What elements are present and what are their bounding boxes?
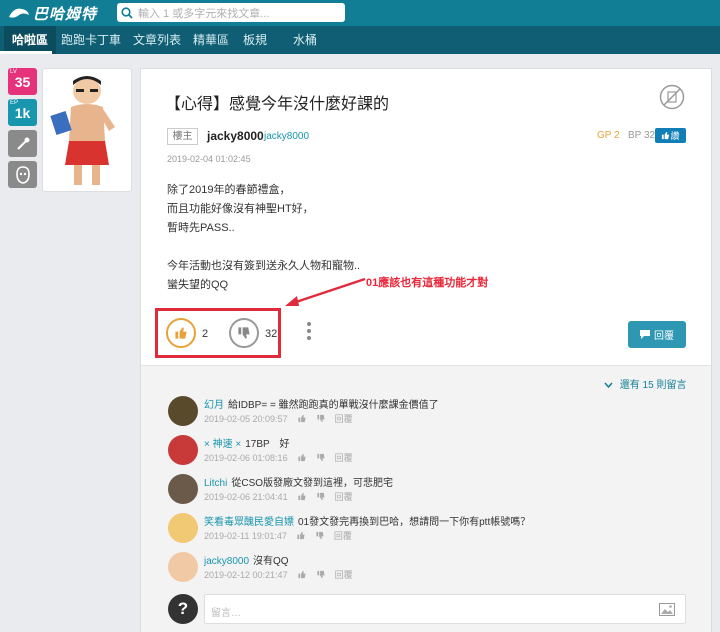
bp-count-value: 32	[265, 328, 278, 340]
author-avatar	[50, 76, 115, 185]
comment-text: 給IDBP= = 雖然跑跑真的單戰沒什麼課金價值了	[228, 400, 439, 411]
comment-composer: ? 留言…	[168, 594, 688, 624]
annotation-arrow-icon	[285, 277, 366, 306]
comment-text: 沒有QQ	[253, 556, 289, 567]
comment-author[interactable]: × 神速 ×	[204, 439, 241, 450]
comment-input[interactable]: 留言…	[204, 594, 686, 624]
author-id[interactable]: jacky8000	[264, 131, 309, 142]
annotation-text: 01應該也有這種功能才對	[366, 277, 489, 289]
comment-reply-link[interactable]: 回覆	[335, 568, 353, 581]
post-line: 今年活動也沒有簽到送永久人物和寵物..	[167, 260, 361, 272]
author-name[interactable]: jacky8000	[207, 129, 264, 143]
thumbs-up-icon[interactable]	[297, 414, 307, 423]
exp-badge: EP 1k	[8, 99, 37, 126]
thumbs-up-icon	[175, 327, 187, 339]
tab-featured[interactable]: 精華區	[193, 26, 229, 54]
avatar[interactable]	[168, 474, 198, 504]
comment-reply-link[interactable]: 回覆	[335, 451, 353, 464]
comment-item: 幻月 給IDBP= = 雖然跑跑真的單戰沒什麼課金價值了 2019-02-05 2…	[168, 396, 688, 428]
bp-button[interactable]	[229, 318, 259, 348]
thumbs-down-icon[interactable]	[316, 414, 326, 423]
comment-text: 17BP 好	[245, 439, 290, 450]
comment-date: 2019-02-06 01:08:16	[204, 452, 288, 463]
avatar[interactable]	[168, 552, 198, 582]
comments-section: 還有 15 則留言 幻月 給IDBP= = 雖然跑跑真的單戰沒什麼課金價值了 20…	[141, 365, 711, 632]
show-more-comments[interactable]: 還有 15 則留言	[604, 376, 686, 391]
comment-text: 從CSO版發廠文發到這裡，可悲肥宅	[231, 478, 394, 489]
reply-button[interactable]: 回覆	[628, 321, 686, 348]
gp-count: GP 2	[597, 130, 620, 141]
board-nav: 哈啦區 跑跑卡丁車 文章列表 精華區 板規 水桶	[0, 26, 720, 54]
comment-item: × 神速 × 17BP 好 2019-02-06 01:08:16 回覆	[168, 435, 688, 467]
thumbs-up-icon	[662, 131, 670, 140]
guest-avatar: ?	[168, 594, 198, 624]
gp-button[interactable]	[166, 318, 196, 348]
level-badge: LV 35	[8, 68, 37, 95]
fb-like-button[interactable]: 讚	[655, 128, 686, 143]
more-options-icon[interactable]	[307, 322, 311, 340]
post-line: 而且功能好像沒有神聖HT好，	[167, 203, 314, 215]
thumbs-down-icon[interactable]	[316, 492, 326, 501]
thumbs-down-icon	[238, 327, 250, 339]
thumbs-up-icon[interactable]	[297, 570, 307, 579]
post-line: 暫時先PASS..	[167, 222, 235, 234]
no-collect-icon[interactable]	[659, 84, 685, 110]
comment-author[interactable]: jacky8000	[204, 556, 249, 567]
thumbs-up-icon[interactable]	[297, 453, 307, 462]
comment-date: 2019-02-12 00:21:47	[204, 569, 288, 580]
search-icon	[121, 6, 133, 19]
comment-author[interactable]: Litchi	[204, 478, 227, 489]
search-placeholder: 輸入 1 或多字元來找文章...	[138, 7, 270, 20]
chevron-down-icon	[604, 382, 613, 389]
image-upload-icon[interactable]	[659, 603, 675, 616]
post-line: 除了2019年的春節禮盒，	[167, 184, 291, 196]
thumbs-up-icon[interactable]	[296, 531, 306, 540]
thumbs-down-icon[interactable]	[315, 531, 325, 540]
tab-board[interactable]: 跑跑卡丁車	[61, 26, 121, 54]
site-logo[interactable]: 巴哈姆特	[8, 3, 97, 23]
avatar[interactable]	[168, 396, 198, 426]
post-date: 2019-02-04 01:02:45	[167, 154, 251, 164]
top-bar: 巴哈姆特 輸入 1 或多字元來找文章...	[0, 0, 720, 26]
avatar[interactable]	[168, 513, 198, 543]
comment-reply-link[interactable]: 回覆	[335, 412, 353, 425]
tab-article-list[interactable]: 文章列表	[133, 26, 181, 54]
search-input[interactable]: 輸入 1 或多字元來找文章...	[117, 3, 345, 22]
dragon-icon	[9, 8, 29, 18]
sword-icon[interactable]	[8, 130, 37, 157]
thumbs-up-icon[interactable]	[297, 492, 307, 501]
comment-date: 2019-02-06 21:04:41	[204, 491, 288, 502]
thumbs-down-icon[interactable]	[316, 453, 326, 462]
tab-bucket[interactable]: 水桶	[293, 26, 317, 54]
post-line	[167, 238, 360, 257]
avatar[interactable]	[168, 435, 198, 465]
post-card: 【心得】感覺今年沒什麼好課的 樓主 jacky8000 jacky8000 GP…	[140, 68, 712, 632]
comment-reply-link[interactable]: 回覆	[334, 529, 352, 542]
logo-text: 巴哈姆特	[33, 5, 98, 23]
mask-icon[interactable]	[8, 161, 37, 188]
comment-date: 2019-02-11 19:01:47	[204, 530, 287, 541]
post-title: 【心得】感覺今年沒什麼好課的	[165, 96, 390, 113]
tab-rules[interactable]: 板規	[243, 26, 267, 54]
comment-reply-link[interactable]: 回覆	[335, 490, 353, 503]
comment-item: 笑看毒眾醜民愛自嫖 01發文發完再換到巴哈，想請問一下你有ptt帳號嗎？ 2019…	[168, 513, 688, 545]
gp-count-value: 2	[202, 328, 209, 340]
comment-author[interactable]: 笑看毒眾醜民愛自嫖	[204, 517, 294, 528]
comment-text: 01發文發完再換到巴哈，想請問一下你有ptt帳號嗎？	[298, 517, 531, 528]
comment-icon	[640, 330, 650, 339]
user-badges: LV 35 EP 1k	[8, 68, 37, 192]
author-avatar-card[interactable]	[42, 68, 132, 192]
comment-item: Litchi 從CSO版發廠文發到這裡，可悲肥宅 2019-02-06 21:04…	[168, 474, 688, 506]
comment-author[interactable]: 幻月	[204, 400, 224, 411]
bp-count: BP 32	[628, 130, 656, 141]
comment-date: 2019-02-05 20:09:57	[204, 413, 288, 424]
comment-item: jacky8000 沒有QQ 2019-02-12 00:21:47 回覆	[168, 552, 688, 584]
op-tag: 樓主	[167, 128, 198, 145]
active-tab-indicator	[0, 51, 52, 54]
tab-hala[interactable]: 哈啦區	[4, 26, 57, 54]
thumbs-down-icon[interactable]	[316, 570, 326, 579]
